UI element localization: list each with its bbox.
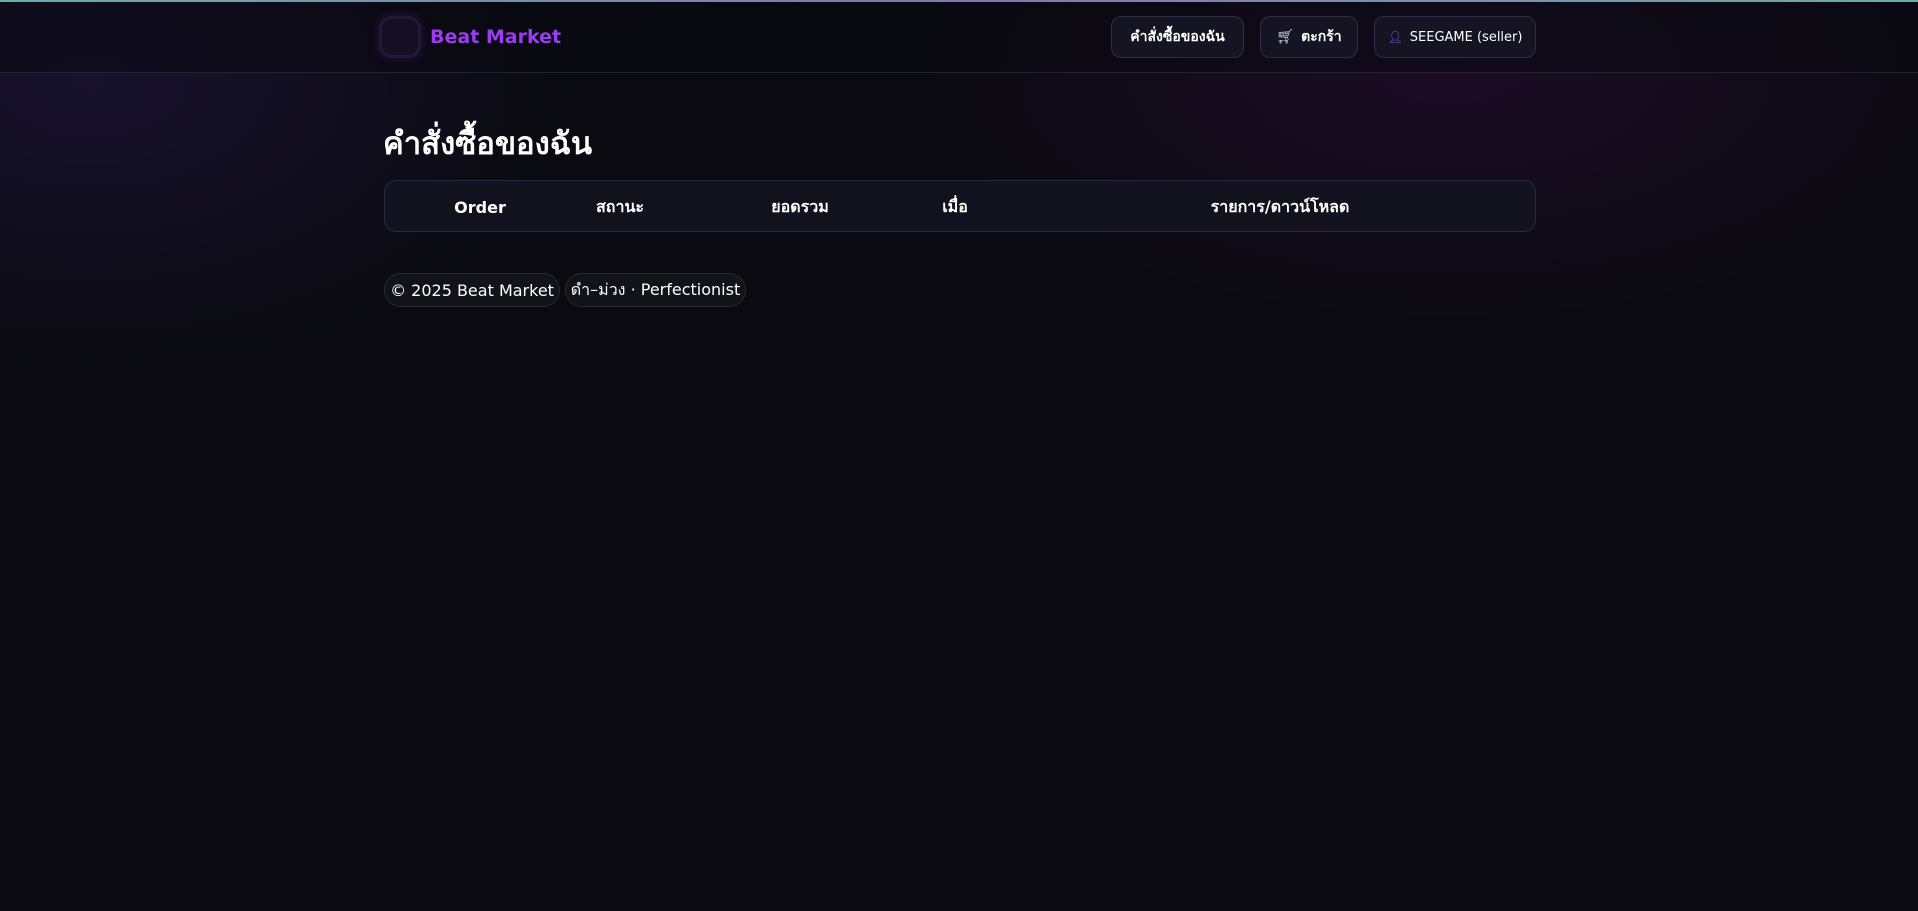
cart-label: ตะกร้า: [1301, 29, 1342, 45]
footer-copyright: © 2025 Beat Market: [384, 273, 560, 307]
top-navbar: Beat Market คำสั่งซื้อของฉัน 🛒︎ ตะกร้า 👤…: [0, 2, 1918, 73]
column-header-total: ยอดรวม: [771, 196, 829, 216]
brand-link[interactable]: Beat Market: [379, 15, 561, 59]
page-title: คำสั่งซื้อของฉัน: [383, 126, 593, 162]
user-menu-button[interactable]: 👤︎ SEEGAME (seller): [1374, 16, 1536, 58]
footer-credit: ดำ–ม่วง · Perfectionist: [565, 273, 746, 307]
brand-logo: [379, 16, 421, 58]
my-orders-label: คำสั่งซื้อของฉัน: [1130, 29, 1225, 45]
cart-icon: 🛒︎: [1276, 29, 1295, 45]
brand-name: Beat Market: [430, 26, 562, 48]
cart-button[interactable]: 🛒︎ ตะกร้า: [1260, 16, 1358, 58]
column-header-date: เมื่อ: [942, 196, 968, 216]
user-label: SEEGAME (seller): [1409, 29, 1523, 45]
column-header-order: Order: [454, 197, 506, 217]
column-header-items-download: รายการ/ดาวน์โหลด: [1210, 196, 1350, 216]
column-header-status: สถานะ: [596, 196, 644, 216]
user-icon: 👤︎: [1387, 30, 1403, 44]
my-orders-button[interactable]: คำสั่งซื้อของฉัน: [1111, 16, 1244, 58]
orders-table: Order สถานะ ยอดรวม เมื่อ รายการ/ดาวน์โหล…: [384, 180, 1536, 232]
